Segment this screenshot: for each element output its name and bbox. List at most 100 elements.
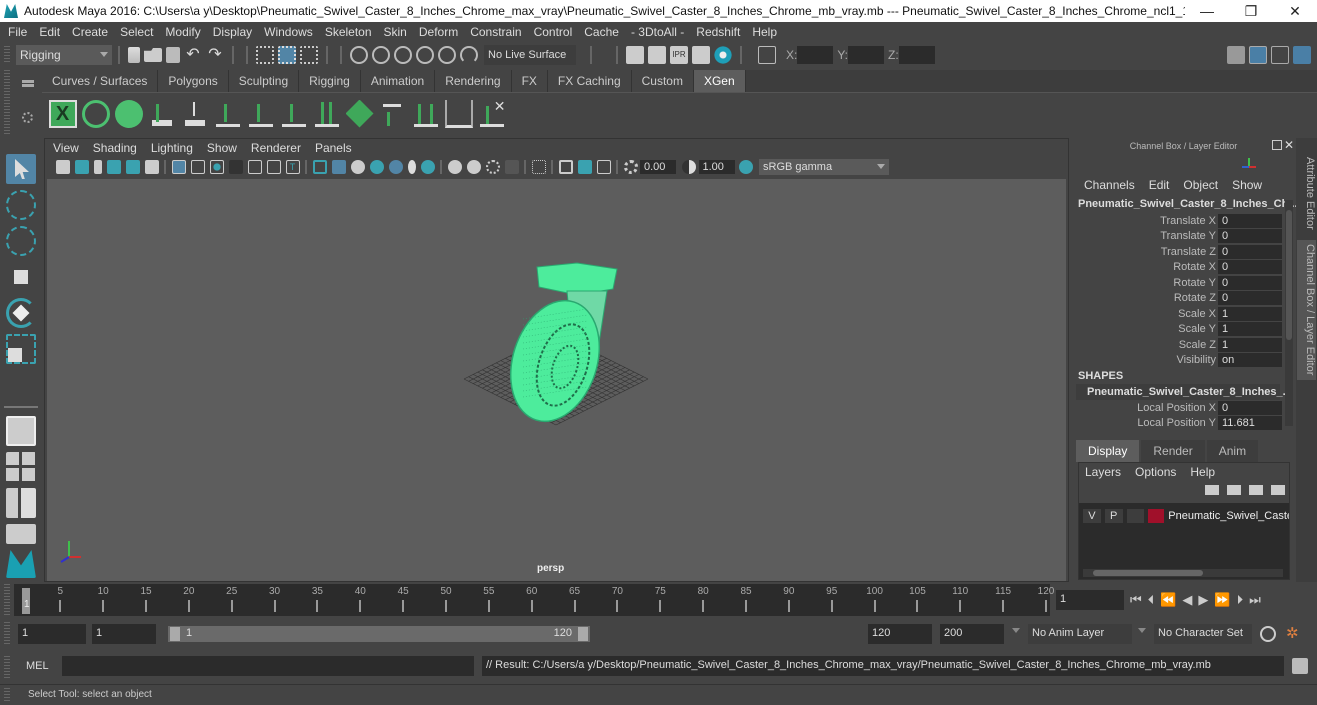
redo-icon[interactable]: ↷ xyxy=(206,46,224,64)
shelf-tab-rigging[interactable]: Rigging xyxy=(299,70,361,92)
gamma-icon[interactable] xyxy=(682,160,696,174)
object-name[interactable]: Pneumatic_Swivel_Caster_8_Inches_Ch... xyxy=(1078,198,1298,210)
layer-name[interactable]: Pneumatic_Swivel_Caster xyxy=(1168,510,1289,522)
viewport-menu-view[interactable]: View xyxy=(53,141,87,155)
menu-windows[interactable]: Windows xyxy=(260,25,321,39)
attribute-value-field[interactable]: 0 xyxy=(1218,229,1282,243)
viewport-menu-shading[interactable]: Shading xyxy=(93,141,145,155)
attribute-label[interactable]: Translate Z xyxy=(1072,246,1218,258)
channel-attribute-row[interactable]: Rotate Z0 xyxy=(1072,291,1282,306)
shelf-tab-fx[interactable]: FX xyxy=(511,70,548,92)
maximize-button[interactable]: ❐ xyxy=(1229,3,1273,20)
attribute-label[interactable]: Local Position Y xyxy=(1072,417,1218,429)
shelf-tab-sculpting[interactable]: Sculpting xyxy=(228,70,300,92)
safe-action-icon[interactable] xyxy=(266,160,281,174)
channel-attribute-row[interactable]: Rotate Y0 xyxy=(1072,275,1282,290)
shelf-grip[interactable] xyxy=(4,70,10,134)
viewport-menu-show[interactable]: Show xyxy=(207,141,245,155)
shelf-tab-xgen[interactable]: XGen xyxy=(693,70,746,92)
live-surface-field[interactable]: No Live Surface xyxy=(484,45,576,65)
time-slider[interactable]: 1 5 10 15 20 25 30 35 40 45 50 55 60 65 70 75 80 85 90 95 1… xyxy=(14,584,1054,616)
menu-display[interactable]: Display xyxy=(209,25,260,39)
attribute-editor-tab[interactable]: Attribute Editor xyxy=(1297,148,1316,238)
viewport-menu-lighting[interactable]: Lighting xyxy=(151,141,201,155)
shelf-tab-fx-caching[interactable]: FX Caching xyxy=(547,70,632,92)
attribute-label[interactable]: Scale Z xyxy=(1072,339,1218,351)
add-guides-icon[interactable] xyxy=(147,99,176,128)
input-line-mode-icon[interactable] xyxy=(758,46,776,64)
select-object-icon[interactable] xyxy=(278,46,296,64)
move-tool-icon[interactable] xyxy=(6,262,36,292)
snap-point-icon[interactable] xyxy=(394,46,412,64)
menu-constrain[interactable]: Constrain xyxy=(466,25,529,39)
timeline-grip[interactable] xyxy=(4,584,10,616)
close-panel-icon[interactable]: ✕ xyxy=(1284,138,1294,152)
lasso-tool-icon[interactable] xyxy=(6,190,36,220)
layer-menu-layers[interactable]: Layers xyxy=(1085,465,1121,479)
screen-space-ao-icon[interactable] xyxy=(447,160,462,174)
use-all-lights-icon[interactable] xyxy=(407,160,416,174)
shape-name[interactable]: Pneumatic_Swivel_Caster_8_Inches_... xyxy=(1076,384,1292,400)
attribute-value-field[interactable]: 1 xyxy=(1218,322,1282,336)
animation-end-field[interactable]: 200 xyxy=(940,624,1004,644)
attribute-value-field[interactable]: 1 xyxy=(1218,306,1282,321)
animation-preferences-icon[interactable]: ✲ xyxy=(1286,624,1304,642)
play-forwards-icon[interactable]: ▶ xyxy=(1198,592,1208,608)
xgen-preview-icon[interactable] xyxy=(81,99,110,128)
shape-attribute-row[interactable]: Local Position Y 11.681 xyxy=(1072,416,1282,431)
channel-attribute-row[interactable]: Scale Y1 xyxy=(1072,322,1282,337)
menu-redshift[interactable]: Redshift xyxy=(692,25,748,39)
wireframe-icon[interactable] xyxy=(312,160,327,174)
attribute-label[interactable]: Rotate Z xyxy=(1072,292,1218,304)
attribute-value-field[interactable]: 11.681 xyxy=(1218,416,1282,430)
layer-visibility-toggle[interactable]: V xyxy=(1083,509,1101,523)
channel-attribute-row[interactable]: Visibility on xyxy=(1072,353,1282,368)
single-perspective-layout-icon[interactable] xyxy=(6,416,36,446)
bookmark-icon[interactable] xyxy=(93,160,102,174)
xray-active-components-icon[interactable] xyxy=(577,160,592,174)
sculpt-guide-icon[interactable] xyxy=(246,99,275,128)
channel-menu-object[interactable]: Object xyxy=(1183,178,1218,194)
layer-display-type-toggle[interactable] xyxy=(1126,509,1145,523)
menuset-dropdown[interactable]: Rigging xyxy=(16,45,112,65)
scrollbar-thumb[interactable] xyxy=(1286,210,1292,340)
range-end-handle[interactable] xyxy=(578,627,588,641)
channel-attribute-row[interactable]: Translate Z0 xyxy=(1072,244,1282,259)
channel-menu-edit[interactable]: Edit xyxy=(1149,178,1170,194)
channel-attribute-row[interactable]: Scale X1 xyxy=(1072,306,1282,321)
render-view-icon[interactable] xyxy=(626,46,644,64)
select-tool-icon[interactable] xyxy=(6,154,36,184)
attribute-value-field[interactable]: 0 xyxy=(1218,244,1282,259)
resolution-gate-icon[interactable] xyxy=(209,160,224,174)
playback-start-field[interactable]: 1 xyxy=(92,624,156,644)
field-chart-icon[interactable] xyxy=(247,160,262,174)
attribute-label[interactable]: Translate Y xyxy=(1072,230,1218,242)
attribute-value-field[interactable]: 0 xyxy=(1218,291,1282,305)
attribute-label[interactable]: Translate X xyxy=(1072,215,1218,227)
shelf-tab-curves-surfaces[interactable]: Curves / Surfaces xyxy=(42,70,159,92)
auto-key-icon[interactable] xyxy=(1260,626,1276,642)
attribute-value-field[interactable]: on xyxy=(1218,353,1282,367)
channel-box-scrollbar[interactable] xyxy=(1285,200,1293,426)
toolbar-grip[interactable] xyxy=(4,46,10,64)
select-guides-icon[interactable] xyxy=(411,99,440,128)
menu-cache[interactable]: Cache xyxy=(580,25,627,39)
menu-create[interactable]: Create xyxy=(68,25,116,39)
layer-menu-help[interactable]: Help xyxy=(1190,465,1215,479)
shelf-tab-polygons[interactable]: Polygons xyxy=(158,70,229,92)
attribute-label[interactable]: Rotate Y xyxy=(1072,277,1218,289)
menu-skeleton[interactable]: Skeleton xyxy=(321,25,380,39)
shadows-icon[interactable] xyxy=(420,160,435,174)
outliner-persp-layout-icon[interactable] xyxy=(6,488,36,518)
menu-deform[interactable]: Deform xyxy=(415,25,466,39)
anti-aliasing-icon[interactable] xyxy=(485,160,500,174)
menu-help[interactable]: Help xyxy=(748,25,785,39)
grid-toggle-icon[interactable] xyxy=(171,160,186,174)
caster-model[interactable] xyxy=(496,262,618,433)
layer-row[interactable]: V P Pneumatic_Swivel_Caster xyxy=(1079,503,1289,523)
gate-mask-icon[interactable] xyxy=(228,160,243,174)
channel-attribute-row[interactable]: Translate X0 xyxy=(1072,213,1282,228)
3d-viewport[interactable]: persp xyxy=(47,179,1066,581)
menu-skin[interactable]: Skin xyxy=(380,25,415,39)
attribute-value-field[interactable]: 0 xyxy=(1218,275,1282,290)
